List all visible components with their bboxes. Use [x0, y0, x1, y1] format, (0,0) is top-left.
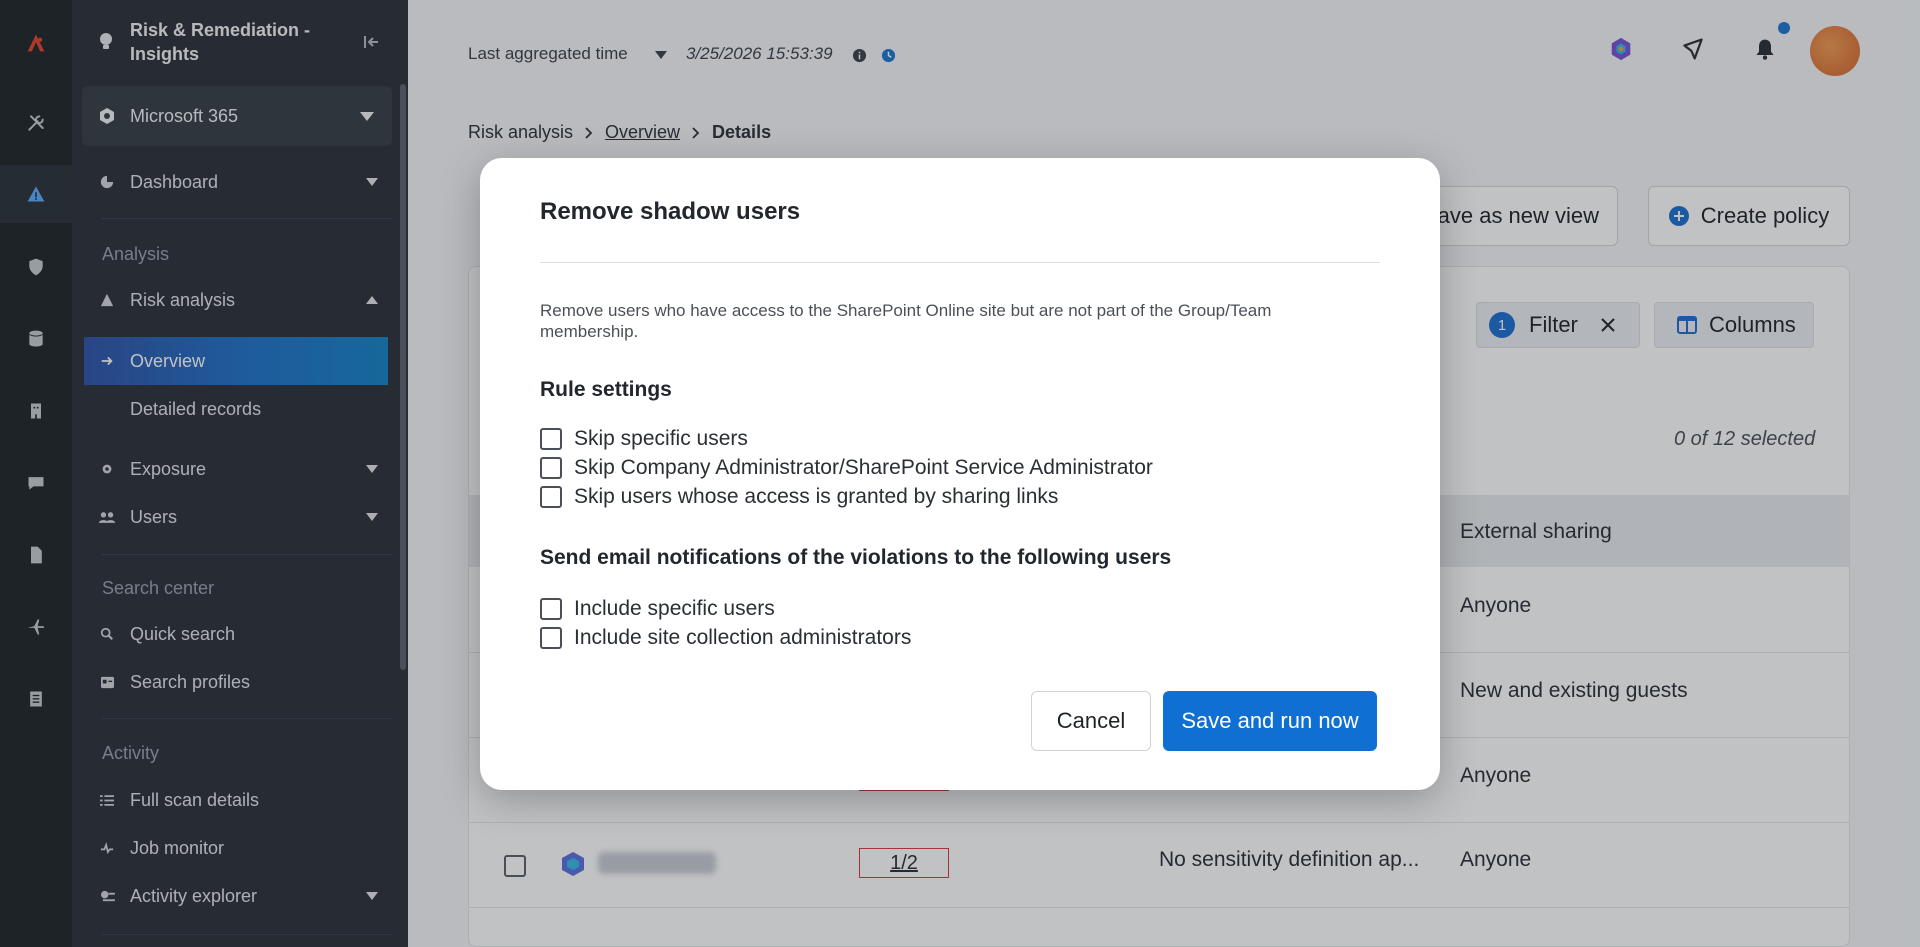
dialog-description: Remove users who have access to the Shar…: [540, 301, 1272, 341]
dialog-title: Remove shadow users: [540, 198, 801, 225]
checkbox[interactable]: [540, 627, 562, 649]
option-label: Include site collection administrators: [574, 626, 912, 649]
checkbox[interactable]: [540, 428, 562, 450]
notify-heading: Send email notifications of the violatio…: [540, 546, 1172, 569]
save-and-run-button[interactable]: Save and run now: [1163, 691, 1377, 751]
option-include-site-admins[interactable]: Include site collection administrators: [540, 625, 911, 651]
option-label: Include specific users: [574, 597, 775, 620]
option-skip-sharing-links[interactable]: Skip users whose access is granted by sh…: [540, 484, 1058, 510]
option-skip-company-admin[interactable]: Skip Company Administrator/SharePoint Se…: [540, 455, 1153, 481]
cancel-button[interactable]: Cancel: [1031, 691, 1151, 751]
option-label: Skip specific users: [574, 427, 748, 450]
checkbox[interactable]: [540, 598, 562, 620]
option-label: Skip Company Administrator/SharePoint Se…: [574, 456, 1153, 479]
option-label: Skip users whose access is granted by sh…: [574, 485, 1059, 508]
rule-settings-heading: Rule settings: [540, 378, 672, 401]
dialog-divider: [540, 262, 1380, 263]
option-include-specific-users[interactable]: Include specific users: [540, 596, 775, 622]
remove-shadow-users-dialog: Remove shadow users Remove users who hav…: [480, 158, 1440, 790]
option-skip-specific-users[interactable]: Skip specific users: [540, 426, 748, 452]
checkbox[interactable]: [540, 486, 562, 508]
checkbox[interactable]: [540, 457, 562, 479]
